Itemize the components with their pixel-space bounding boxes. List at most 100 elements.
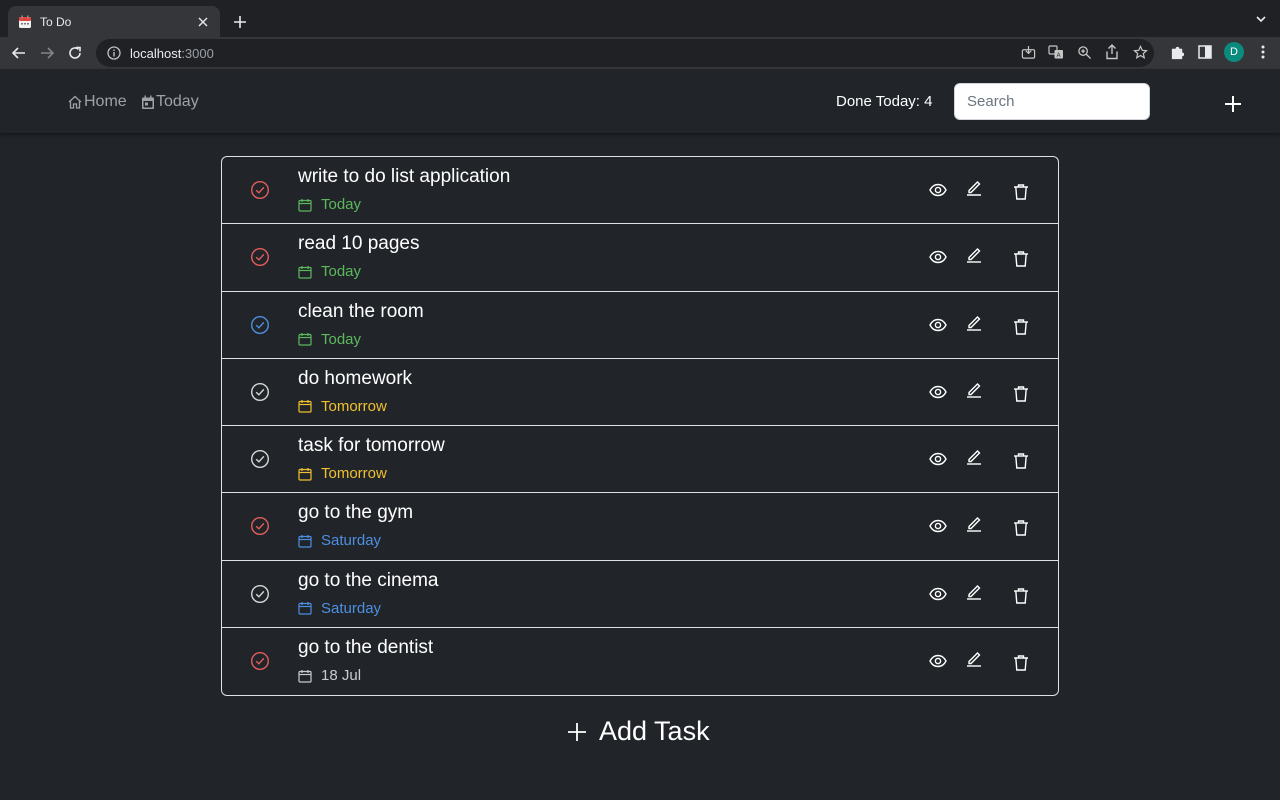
url-host: localhost	[130, 45, 182, 61]
task-due-label: Saturday	[321, 599, 382, 617]
task-due-label: 18 Jul	[321, 667, 362, 685]
calendar-icon	[298, 333, 312, 346]
reload-icon[interactable]	[61, 39, 89, 67]
back-arrow-icon[interactable]	[5, 39, 33, 67]
task-due-date: Saturday	[298, 600, 381, 617]
task-due-label: Saturday	[321, 532, 382, 550]
bookmark-star-icon[interactable]	[1132, 43, 1148, 61]
nav-home-link[interactable]: Home	[67, 93, 127, 111]
complete-check-icon[interactable]	[250, 382, 270, 402]
edit-pencil-icon[interactable]	[965, 649, 983, 667]
task-due-date: Today	[298, 263, 361, 280]
task-due-date: Today	[298, 331, 361, 348]
delete-trash-icon[interactable]	[1012, 452, 1030, 470]
delete-trash-icon[interactable]	[1012, 654, 1030, 672]
task-due-date: Tomorrow	[298, 398, 387, 415]
complete-check-icon[interactable]	[250, 516, 270, 536]
task-title[interactable]: go to the gym	[298, 502, 413, 524]
calendar-icon	[298, 602, 312, 615]
complete-check-icon[interactable]	[250, 449, 270, 469]
task-title[interactable]: go to the dentist	[298, 637, 433, 659]
edit-pencil-icon[interactable]	[965, 514, 983, 533]
edit-pencil-icon[interactable]	[965, 447, 983, 465]
task-due-label: Today	[321, 330, 362, 348]
calendar-icon	[298, 198, 312, 212]
task-title[interactable]: clean the room	[298, 301, 424, 323]
calendar-icon	[298, 467, 312, 481]
view-eye-icon[interactable]	[929, 248, 947, 266]
task-title[interactable]: do homework	[298, 368, 412, 390]
browser-tab[interactable]: To Do	[8, 6, 220, 37]
delete-trash-icon[interactable]	[1012, 587, 1030, 605]
nav-today-link[interactable]: Today	[141, 93, 199, 111]
edit-pencil-icon[interactable]	[965, 380, 983, 398]
complete-check-icon[interactable]	[250, 584, 270, 604]
new-tab-plus-icon[interactable]	[228, 10, 252, 34]
view-eye-icon[interactable]	[929, 585, 947, 603]
add-task-button[interactable]: Add Task	[566, 716, 710, 747]
task-title[interactable]: go to the cinema	[298, 570, 438, 592]
forward-arrow-icon[interactable]	[33, 39, 61, 67]
install-app-icon[interactable]	[1020, 43, 1036, 61]
delete-trash-icon[interactable]	[1012, 519, 1030, 537]
delete-trash-icon[interactable]	[1012, 385, 1030, 403]
browser-extensions: D	[1168, 41, 1272, 63]
task-row: read 10 pages Today	[222, 224, 1058, 292]
task-row: go to the dentist 18 Jul	[222, 628, 1058, 695]
delete-trash-icon[interactable]	[1012, 250, 1030, 268]
calendar-icon	[298, 669, 312, 683]
task-due-label: Tomorrow	[321, 397, 387, 415]
edit-pencil-icon[interactable]	[965, 313, 983, 331]
site-info-icon[interactable]	[106, 45, 122, 61]
task-due-date: Today	[298, 196, 361, 213]
complete-check-icon[interactable]	[250, 651, 270, 671]
view-eye-icon[interactable]	[929, 517, 947, 535]
url-text: localhost:3000	[130, 46, 214, 61]
done-today-counter: Done Today: 4	[836, 93, 933, 110]
translate-icon[interactable]: A	[1048, 43, 1064, 61]
task-row: clean the room Today	[222, 292, 1058, 359]
tab-title: To Do	[40, 14, 72, 29]
tab-close-icon[interactable]	[195, 14, 211, 30]
task-title[interactable]: read 10 pages	[298, 233, 420, 255]
view-eye-icon[interactable]	[929, 181, 947, 199]
search-input[interactable]	[954, 83, 1150, 120]
home-icon	[68, 95, 82, 109]
task-title[interactable]: task for tomorrow	[298, 435, 445, 457]
complete-check-icon[interactable]	[250, 247, 270, 267]
calendar-favicon-icon	[19, 15, 31, 28]
calendar-icon	[298, 265, 312, 279]
view-eye-icon[interactable]	[929, 383, 947, 401]
delete-trash-icon[interactable]	[1012, 183, 1030, 201]
add-task-label: Add Task	[599, 716, 710, 746]
task-row: task for tomorrow Tomorrow	[222, 426, 1058, 494]
edit-pencil-icon[interactable]	[965, 582, 983, 600]
calendar-icon	[298, 534, 312, 548]
side-panel-icon[interactable]	[1196, 41, 1214, 63]
task-list: write to do list application Today read …	[221, 156, 1059, 697]
edit-pencil-icon[interactable]	[965, 178, 983, 196]
calendar-icon	[298, 400, 312, 413]
complete-check-icon[interactable]	[250, 180, 270, 200]
delete-trash-icon[interactable]	[1012, 318, 1030, 336]
share-icon[interactable]	[1104, 43, 1120, 61]
tab-search-chevron-icon[interactable]	[1254, 12, 1270, 28]
view-eye-icon[interactable]	[929, 450, 947, 468]
view-eye-icon[interactable]	[929, 652, 947, 670]
task-due-label: Today	[321, 263, 362, 281]
task-due-date: 18 Jul	[298, 667, 361, 684]
app-navbar: Home Today Done Today: 4	[0, 69, 1280, 133]
task-title[interactable]: write to do list application	[298, 166, 510, 188]
add-task-plus-icon[interactable]	[1222, 93, 1244, 115]
zoom-icon[interactable]	[1076, 43, 1092, 61]
task-row: go to the cinema Saturday	[222, 561, 1058, 629]
address-bar[interactable]: localhost:3000 A	[96, 39, 1154, 67]
calendar-today-icon	[142, 95, 154, 109]
edit-pencil-icon[interactable]	[965, 245, 983, 263]
complete-check-icon[interactable]	[250, 315, 270, 335]
profile-avatar[interactable]: D	[1224, 42, 1244, 62]
extensions-puzzle-icon[interactable]	[1168, 41, 1186, 63]
url-port: :3000	[181, 45, 214, 61]
view-eye-icon[interactable]	[929, 316, 947, 334]
browser-menu-kebab-icon[interactable]	[1254, 41, 1272, 63]
